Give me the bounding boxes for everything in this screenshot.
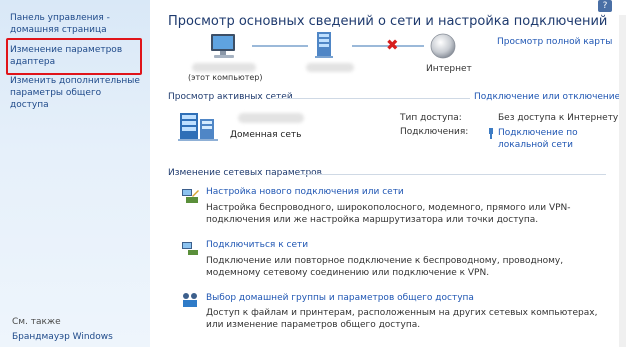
connections-label: Подключения:: [400, 127, 469, 137]
change-settings-heading: Изменение сетевых параметров: [168, 168, 322, 178]
internet-globe-icon[interactable]: [430, 33, 456, 59]
new-connection-icon: [182, 189, 199, 203]
see-also-label: См. также: [12, 317, 61, 327]
homegroup-sharing-desc: Доступ к файлам и принтерам, расположенн…: [206, 308, 598, 330]
homegroup-sharing-icon: [183, 293, 197, 307]
computer-icon[interactable]: [208, 32, 240, 62]
connect-to-network-icon: [182, 242, 198, 255]
windows-firewall-link[interactable]: Брандмауэр Windows: [12, 332, 113, 342]
network-name-redacted: [306, 63, 354, 72]
homegroup-sharing-link[interactable]: Выбор домашней группы и параметров общег…: [206, 293, 474, 303]
map-link-line: [252, 45, 308, 47]
connect-to-network-link[interactable]: Подключиться к сети: [206, 240, 308, 250]
connect-to-network-desc: Подключение или повторное подключение к …: [206, 256, 564, 278]
setup-new-connection-link[interactable]: Настройка нового подключения или сети: [206, 187, 404, 197]
lan-connection-icon: [489, 128, 493, 139]
control-panel-home-link[interactable]: Панель управления - домашняя страница: [10, 12, 142, 36]
change-adapter-settings-link[interactable]: Изменение параметров адаптера: [10, 44, 142, 68]
network-type-label: Доменная сеть: [230, 130, 302, 140]
no-connection-x-icon: ✖: [386, 36, 399, 54]
help-icon[interactable]: ?: [598, 0, 612, 12]
lan-connection-link[interactable]: Подключение по локальной сети: [498, 127, 588, 151]
vertical-scrollbar[interactable]: [619, 15, 626, 347]
left-navigation-pane: Панель управления - домашняя страница Из…: [0, 0, 150, 347]
advanced-sharing-settings-link[interactable]: Изменить дополнительные параметры общего…: [10, 75, 142, 111]
domain-network-icon: [178, 113, 218, 141]
access-type-value: Без доступа к Интернету: [498, 113, 619, 123]
this-computer-label: (этот компьютер): [188, 73, 263, 82]
computer-name-redacted: [192, 63, 256, 72]
full-map-link[interactable]: Просмотр полной карты: [497, 37, 612, 47]
network-icon[interactable]: [313, 30, 337, 60]
divider: [270, 98, 470, 99]
internet-label: Интернет: [426, 64, 472, 74]
access-type-label: Тип доступа:: [400, 113, 462, 123]
divider: [300, 174, 606, 175]
page-title: Просмотр основных сведений о сети и наст…: [168, 14, 608, 29]
setup-new-connection-desc: Настройка беспроводного, широкополосного…: [206, 203, 571, 225]
active-network-name-redacted: [238, 113, 304, 123]
connect-disconnect-link[interactable]: Подключение или отключение: [474, 92, 620, 102]
active-networks-heading: Просмотр активных сетей: [168, 92, 293, 102]
